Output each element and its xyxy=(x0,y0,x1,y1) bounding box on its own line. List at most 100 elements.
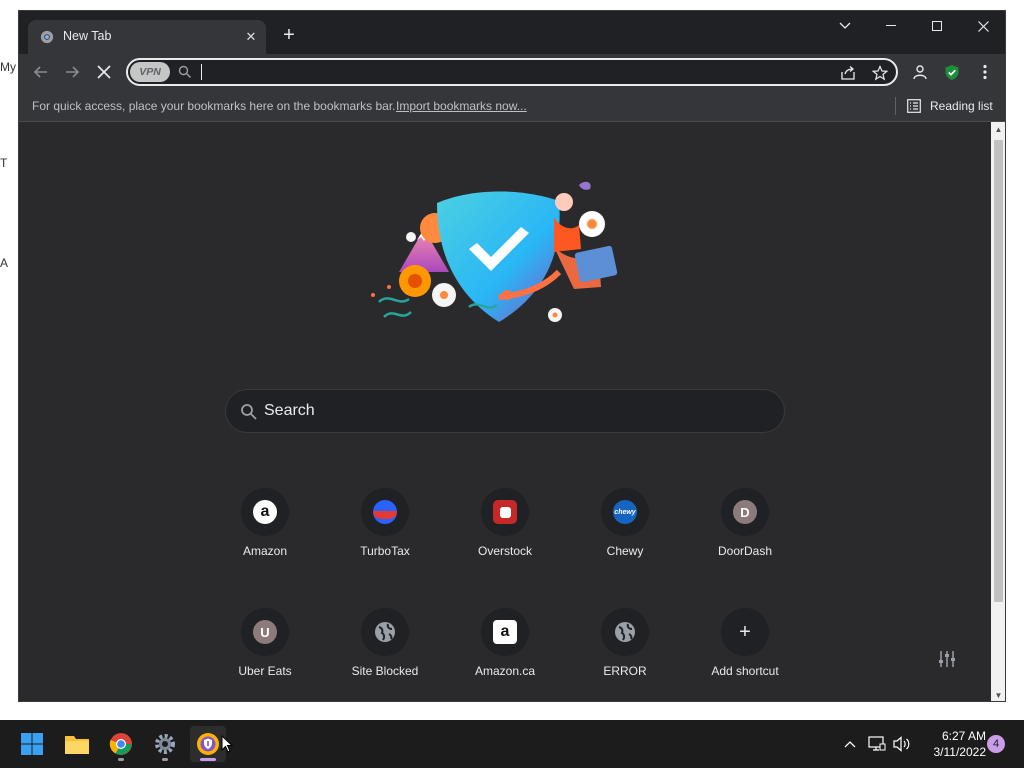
network-monitor-icon xyxy=(868,736,886,751)
ntp-search-box[interactable]: Search xyxy=(225,389,785,433)
customize-sliders-icon[interactable] xyxy=(937,649,957,669)
show-hidden-icons-button[interactable] xyxy=(840,734,860,754)
browser-shield-icon xyxy=(197,733,219,755)
start-button[interactable] xyxy=(14,726,50,762)
system-clock[interactable]: 6:27 AM 3/11/2022 xyxy=(916,728,987,760)
volume-button[interactable] xyxy=(892,734,912,754)
close-icon xyxy=(977,20,989,32)
shortcut-icon-container xyxy=(361,608,409,656)
shortcut-label: Site Blocked xyxy=(351,664,419,678)
globe-icon xyxy=(375,622,395,642)
shield-check-icon xyxy=(945,64,959,80)
chrome-icon xyxy=(109,733,132,755)
shortcut-doordash[interactable]: D DoorDash xyxy=(689,488,801,588)
shortcut-icon-container xyxy=(481,488,529,536)
forward-button[interactable] xyxy=(60,60,84,84)
share-button[interactable] xyxy=(838,63,858,83)
bookmarks-bar: For quick access, place your bookmarks h… xyxy=(19,90,1005,122)
minimize-icon xyxy=(886,25,896,26)
overstock-icon xyxy=(493,500,517,524)
scroll-down-arrow-icon[interactable]: ▼ xyxy=(991,688,1005,701)
shortcut-icon-container xyxy=(361,488,409,536)
shortcut-turbotax[interactable]: TurboTax xyxy=(329,488,441,588)
new-tab-button[interactable]: + xyxy=(278,24,300,46)
chevron-down-icon xyxy=(839,22,851,29)
close-window-button[interactable] xyxy=(960,11,1005,41)
bookmarks-divider xyxy=(895,97,896,115)
notification-badge[interactable]: 4 xyxy=(987,735,1005,753)
shortcut-error[interactable]: ERROR xyxy=(569,608,681,701)
windows-logo-icon xyxy=(21,733,43,755)
shortcut-amazon-ca[interactable]: a Amazon.ca xyxy=(449,608,561,701)
menu-button[interactable] xyxy=(973,60,997,84)
shortcut-chewy[interactable]: chewy Chewy xyxy=(569,488,681,588)
turbotax-icon-stripe xyxy=(373,511,397,519)
vertical-scrollbar[interactable]: ▲ ▼ xyxy=(991,122,1005,701)
shortcut-icon-container xyxy=(601,608,649,656)
reading-list-icon[interactable] xyxy=(907,99,921,113)
gear-icon xyxy=(155,734,175,754)
clock-time: 6:27 AM xyxy=(941,729,986,743)
tab-new-tab[interactable]: New Tab ✕ xyxy=(28,20,266,54)
search-icon xyxy=(241,404,257,420)
shortcut-site-blocked[interactable]: Site Blocked xyxy=(329,608,441,701)
chrome-favicon-icon xyxy=(40,30,54,44)
tab-search-button[interactable] xyxy=(822,11,868,41)
new-tab-page: Search a Amazon TurboTax Overstock chewy… xyxy=(19,122,991,701)
shortcut-icon-container: U xyxy=(241,608,289,656)
tab-title: New Tab xyxy=(63,29,112,43)
address-input[interactable] xyxy=(200,63,800,81)
profile-icon xyxy=(913,65,927,80)
chrome-taskbar-button[interactable] xyxy=(103,726,139,762)
network-button[interactable] xyxy=(867,734,887,754)
reading-list-button[interactable]: Reading list xyxy=(930,99,993,113)
browser-window: New Tab ✕ + VPN For quick access, place … xyxy=(18,10,1006,702)
minimize-button[interactable] xyxy=(868,11,914,41)
profile-button[interactable] xyxy=(908,60,932,84)
speaker-icon xyxy=(893,736,910,752)
stop-loading-button[interactable] xyxy=(92,60,116,84)
shortcut-overstock[interactable]: Overstock xyxy=(449,488,561,588)
shortcut-uber-eats[interactable]: U Uber Eats xyxy=(209,608,321,701)
amazon-icon: a xyxy=(253,500,277,524)
bookmark-star-button[interactable] xyxy=(870,63,890,83)
bookmarks-hint: For quick access, place your bookmarks h… xyxy=(32,99,396,113)
shortcut-amazon[interactable]: a Amazon xyxy=(209,488,321,588)
shortcut-icon-container: a xyxy=(241,488,289,536)
desktop-label-fragment: T xyxy=(0,156,8,170)
taskbar: 6:27 AM 3/11/2022 4 xyxy=(0,720,1024,768)
shortcut-label: ERROR xyxy=(603,664,647,678)
shortcut-label: Amazon.ca xyxy=(474,664,536,678)
file-explorer-button[interactable] xyxy=(59,726,95,762)
add-shortcut-button[interactable]: + Add shortcut xyxy=(689,608,801,701)
extension-button[interactable] xyxy=(940,60,964,84)
shortcut-label: Uber Eats xyxy=(238,664,292,678)
address-bar[interactable]: VPN xyxy=(126,58,898,86)
turbotax-icon xyxy=(373,500,397,524)
letter-icon: D xyxy=(733,500,757,524)
plus-icon: + xyxy=(739,620,751,643)
desktop-label-fragment: A xyxy=(0,256,9,270)
maximize-button[interactable] xyxy=(914,11,960,41)
ntp-search-placeholder: Search xyxy=(264,402,315,419)
hero-illustration xyxy=(371,181,618,322)
search-icon xyxy=(178,65,191,78)
tab-close-icon[interactable]: ✕ xyxy=(242,28,260,46)
folder-icon xyxy=(65,736,89,754)
chevron-up-icon xyxy=(844,741,856,748)
arrow-right-icon xyxy=(66,66,80,78)
shortcut-label: Overstock xyxy=(477,544,532,558)
stop-x-icon xyxy=(97,65,111,79)
back-button[interactable] xyxy=(29,60,53,84)
desktop-label-fragment: My xyxy=(0,60,16,74)
overstock-icon-box xyxy=(499,506,511,518)
vpn-badge[interactable]: VPN xyxy=(130,62,170,82)
shortcut-label: TurboTax xyxy=(360,544,410,558)
scroll-up-arrow-icon[interactable]: ▲ xyxy=(991,122,1005,137)
chewy-icon: chewy xyxy=(613,500,637,524)
scroll-thumb[interactable] xyxy=(994,140,1003,602)
import-bookmarks-link[interactable]: Import bookmarks now... xyxy=(396,99,527,113)
amazon-icon: a xyxy=(493,620,517,644)
settings-taskbar-button[interactable] xyxy=(147,726,183,762)
tab-strip: New Tab ✕ + xyxy=(19,11,1005,54)
